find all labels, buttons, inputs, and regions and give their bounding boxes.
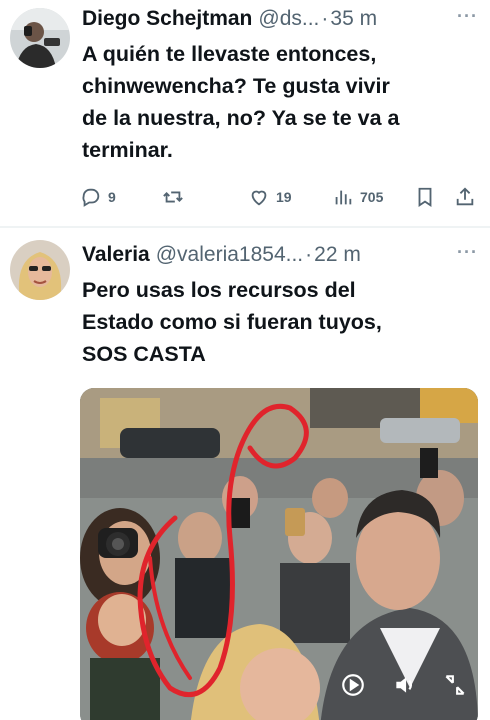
separator-dot: · (305, 243, 313, 266)
like-count: 19 (276, 189, 292, 205)
tweet-header: Valeria @valeria1854... · 22 m ··· (82, 240, 478, 270)
user-handle[interactable]: @valeria1854... (156, 243, 303, 267)
more-options-icon[interactable]: ··· (457, 6, 478, 27)
views-button[interactable]: 705 (332, 186, 383, 208)
tweet-text-line: de la nuestra, no? Ya se te va a (82, 106, 400, 130)
fullscreen-exit-icon (445, 675, 465, 695)
tweet-text: Pero usas los recursos del Estado como s… (82, 274, 478, 370)
volume-icon (396, 677, 413, 693)
reply-icon (82, 188, 100, 207)
user-handle[interactable]: @ds... (258, 7, 319, 31)
like-button[interactable]: 19 (248, 186, 292, 208)
retweet-icon (163, 191, 183, 203)
tweet-text-line: terminar. (82, 138, 173, 162)
tweet-text-line: chinwewencha? Te gusta vivir (82, 74, 390, 98)
avatar[interactable] (10, 240, 70, 300)
display-name[interactable]: Diego Schejtman (82, 7, 252, 31)
tweet-text-line: Estado como si fueran tuyos, (82, 310, 382, 334)
tweet-text: A quién te llevaste entonces, chinwewenc… (82, 38, 478, 166)
fullscreen-exit-button[interactable] (440, 670, 470, 700)
avatar[interactable] (10, 8, 70, 68)
play-icon (342, 674, 364, 696)
more-options-icon[interactable]: ··· (457, 242, 478, 263)
volume-button[interactable] (390, 670, 420, 700)
display-name[interactable]: Valeria (82, 243, 150, 267)
like-icon (251, 190, 267, 206)
tweet-video[interactable] (80, 388, 478, 720)
tweet-actions: 9 19 705 (80, 186, 480, 216)
tweet-1[interactable]: Diego Schejtman @ds... · 35 m ··· A quié… (0, 0, 490, 227)
tweet-text-line: Pero usas los recursos del (82, 278, 356, 302)
reply-button[interactable]: 9 (80, 186, 116, 208)
separator-dot: · (321, 7, 329, 30)
timestamp[interactable]: 22 m (314, 243, 361, 267)
retweet-button[interactable] (162, 186, 190, 208)
share-button[interactable] (454, 186, 476, 208)
bookmark-button[interactable] (414, 186, 436, 208)
reply-count: 9 (108, 189, 116, 205)
tweet-2[interactable]: Valeria @valeria1854... · 22 m ··· Pero … (0, 228, 490, 720)
tweet-header: Diego Schejtman @ds... · 35 m ··· (82, 4, 478, 34)
share-icon (456, 187, 474, 206)
play-button[interactable] (338, 670, 368, 700)
views-count: 705 (360, 189, 384, 205)
tweet-text-line: A quién te llevaste entonces, (82, 42, 377, 66)
bookmark-icon (418, 187, 432, 207)
tweet-text-line: SOS CASTA (82, 342, 206, 366)
views-icon (335, 190, 352, 205)
timestamp[interactable]: 35 m (330, 7, 377, 31)
